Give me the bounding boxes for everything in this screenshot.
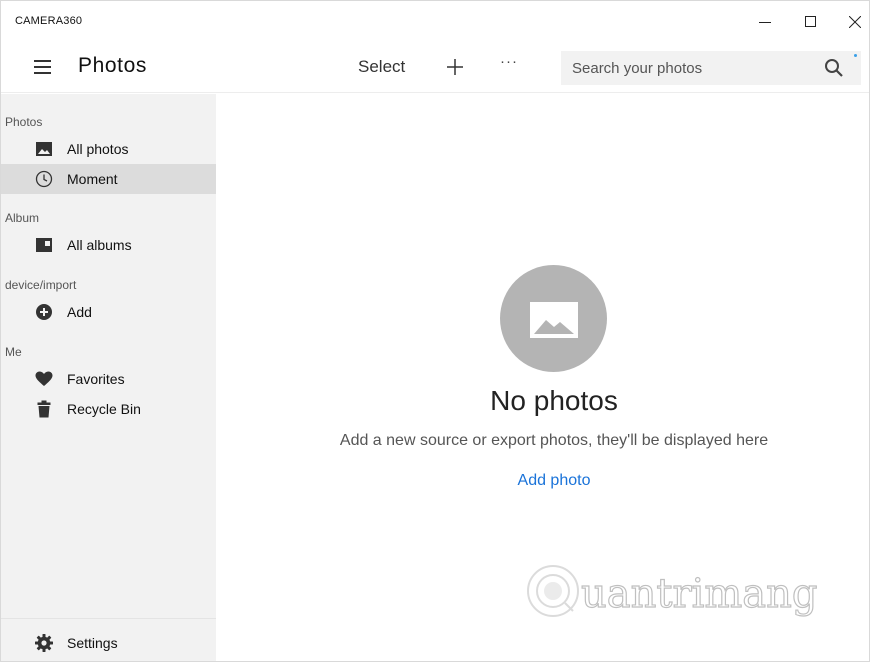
app-title: CAMERA360: [15, 15, 83, 27]
sidebar-item-label: Add: [67, 304, 92, 320]
empty-state-subtitle: Add a new source or export photos, they'…: [339, 432, 769, 449]
app-header: Photos Select ···: [1, 41, 869, 93]
gear-icon: [35, 634, 53, 652]
page-title: Photos: [78, 54, 147, 77]
album-icon: [36, 238, 52, 252]
search-icon[interactable]: [823, 57, 845, 79]
hamburger-menu-button[interactable]: [31, 57, 55, 77]
trash-icon: [37, 400, 51, 418]
image-icon: [36, 142, 52, 156]
plus-icon: [447, 59, 463, 75]
close-button[interactable]: [835, 7, 870, 37]
sidebar: Photos All photos Moment Album All album…: [1, 94, 216, 661]
add-circle-icon: [36, 304, 52, 320]
sidebar-item-add[interactable]: Add: [1, 297, 216, 327]
minimize-button[interactable]: [745, 7, 785, 37]
sidebar-item-all-photos[interactable]: All photos: [1, 134, 216, 164]
hamburger-line: [34, 60, 51, 62]
divider: [1, 618, 216, 619]
section-label-album: Album: [5, 211, 40, 225]
clock-icon: [35, 170, 53, 188]
hamburger-line: [34, 66, 51, 68]
app-window: CAMERA360 Photos Select ··· Search your …: [0, 0, 870, 662]
title-bar: CAMERA360: [1, 1, 869, 41]
maximize-button[interactable]: [791, 7, 831, 37]
section-label-photos: Photos: [5, 115, 43, 129]
search-box: [561, 51, 861, 85]
image-placeholder-icon: [530, 302, 578, 338]
sidebar-item-label: All albums: [67, 237, 132, 253]
section-label-me: Me: [5, 345, 22, 359]
sidebar-item-label: Moment: [67, 171, 118, 187]
sidebar-item-favorites[interactable]: Favorites: [1, 364, 216, 394]
select-button[interactable]: Select: [358, 57, 405, 77]
sidebar-item-settings[interactable]: Settings: [1, 628, 216, 658]
svg-text:uantrimang: uantrimang: [581, 571, 818, 617]
minimize-icon: [759, 22, 771, 23]
sidebar-item-recycle-bin[interactable]: Recycle Bin: [1, 394, 216, 424]
hamburger-line: [34, 72, 51, 74]
close-icon: [849, 16, 861, 28]
maximize-icon: [805, 16, 816, 27]
sidebar-item-label: Favorites: [67, 371, 125, 387]
sidebar-item-label: Settings: [67, 635, 118, 651]
search-input[interactable]: [561, 51, 821, 85]
sidebar-item-label: Recycle Bin: [67, 401, 141, 417]
notification-dot: [854, 54, 857, 57]
heart-icon: [35, 371, 53, 386]
empty-state-title: No photos: [490, 385, 618, 416]
watermark-logo: uantrimang: [527, 565, 818, 618]
sidebar-item-moment[interactable]: Moment: [1, 164, 216, 194]
add-button[interactable]: [443, 55, 467, 79]
sidebar-item-label: All photos: [67, 141, 129, 157]
section-label-device-import: device/import: [5, 278, 77, 292]
sidebar-item-all-albums[interactable]: All albums: [1, 230, 216, 260]
empty-state-illustration: [500, 265, 607, 372]
more-options-button[interactable]: ···: [500, 53, 524, 77]
add-photo-link[interactable]: Add photo: [216, 472, 870, 490]
